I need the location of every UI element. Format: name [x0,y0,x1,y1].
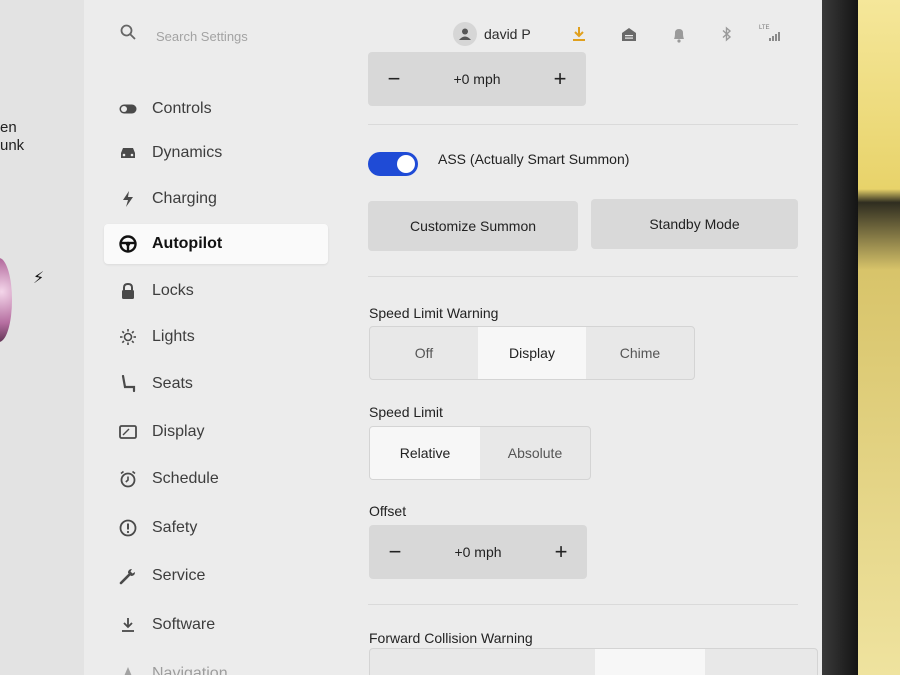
lte-label: LTE [759,25,770,31]
alert-icon [118,518,138,538]
increase-button[interactable]: + [540,52,580,106]
fcw-option-selected[interactable] [595,649,705,675]
seat-icon [118,374,138,394]
user-name[interactable]: david P [484,26,531,42]
toggle-icon [118,99,138,119]
sidebar-item-label: Display [152,423,205,440]
summon-toggle-label: ASS (Actually Smart Summon) [438,151,630,167]
wrench-icon [118,566,138,586]
divider [368,604,798,605]
speed-limit-label: Speed Limit [369,404,443,420]
top-offset-stepper: − +0 mph + [368,52,586,106]
lte-signal-icon[interactable]: LTE [759,25,783,43]
sidebar-item-seats[interactable]: Seats [104,364,328,404]
toggle-knob [397,155,415,173]
download-icon[interactable] [572,26,586,47]
sidebar-item-label: Schedule [152,470,219,487]
car-icon [118,143,138,163]
divider [368,124,798,125]
bell-icon[interactable] [672,27,686,48]
option-chime[interactable]: Chime [586,327,694,379]
option-off[interactable]: Off [370,327,478,379]
charging-bolt-icon: ⚡ [33,270,45,287]
clock-icon [118,469,138,489]
sidebar-item-label: Autopilot [152,235,223,252]
bluetooth-icon[interactable] [721,26,733,47]
display-icon [118,422,138,442]
search-icon [120,24,136,45]
sidebar-item-charging[interactable]: Charging [104,179,328,219]
sidebar-item-safety[interactable]: Safety [104,508,328,548]
option-relative[interactable]: Relative [370,427,480,479]
car-image [0,258,12,342]
sidebar-item-locks[interactable]: Locks [104,271,328,311]
navigation-icon [118,664,138,675]
download-icon [118,615,138,635]
sidebar-item-controls[interactable]: Controls [104,89,328,129]
sidebar-item-label: Seats [152,375,193,392]
forward-collision-warning-label: Forward Collision Warning [369,630,533,646]
search-input[interactable] [154,25,378,47]
offset-label: Offset [369,503,407,519]
standby-mode-button[interactable]: Standby Mode [591,199,798,249]
sidebar-item-software[interactable]: Software [104,605,328,645]
divider [368,276,798,277]
speed-limit-warning-selector: Off Display Chime [369,326,695,380]
sidebar-item-label: Lights [152,328,195,345]
sidebar-item-label: Safety [152,519,198,536]
sidebar-item-autopilot[interactable]: Autopilot [104,224,328,264]
sidebar-item-dynamics[interactable]: Dynamics [104,133,328,173]
sidebar-item-label: Charging [152,190,217,207]
stepper-value: +0 mph [453,71,501,87]
sidebar-item-display[interactable]: Display [104,412,328,452]
summon-toggle[interactable] [368,152,418,176]
background-wall [858,0,900,675]
forward-collision-warning-selector [369,648,818,675]
offset-increase-button[interactable]: + [541,525,581,579]
customize-summon-button[interactable]: Customize Summon [368,201,578,251]
lock-icon [118,281,138,301]
sidebar-item-navigation[interactable]: Navigation [104,654,328,675]
sidebar-item-lights[interactable]: Lights [104,317,328,357]
fcw-option[interactable] [370,649,595,675]
sun-icon [118,327,138,347]
option-absolute[interactable]: Absolute [480,427,590,479]
sidebar-item-label: Controls [152,100,212,117]
steering-wheel-icon [118,234,138,254]
sidebar-item-label: Navigation [152,665,228,675]
settings-sidebar: Controls Dynamics Charging Autopilot Loc… [84,66,344,675]
sidebar-item-label: Service [152,567,206,584]
sidebar-item-service[interactable]: Service [104,556,328,596]
offset-stepper: − +0 mph + [369,525,587,579]
sidebar-item-label: Locks [152,282,194,299]
settings-screen: en unk ⚡ david P LTE [0,0,823,675]
speed-limit-warning-label: Speed Limit Warning [369,305,499,321]
garage-icon[interactable] [621,26,637,47]
autopilot-settings-panel: − +0 mph + ASS (Actually Smart Summon) C… [344,52,823,675]
trunk-label-fragment: en [0,119,17,136]
screen-bezel [822,0,858,675]
sidebar-item-label: Software [152,616,216,633]
user-icon[interactable] [453,22,477,46]
trunk-label-fragment[interactable]: unk [0,137,24,154]
option-display[interactable]: Display [478,327,586,379]
offset-value: +0 mph [454,544,502,560]
speed-limit-selector: Relative Absolute [369,426,591,480]
bolt-icon [118,189,138,209]
sidebar-item-schedule[interactable]: Schedule [104,459,328,499]
sidebar-item-label: Dynamics [152,144,223,161]
car-view-panel: en unk ⚡ [0,0,85,675]
